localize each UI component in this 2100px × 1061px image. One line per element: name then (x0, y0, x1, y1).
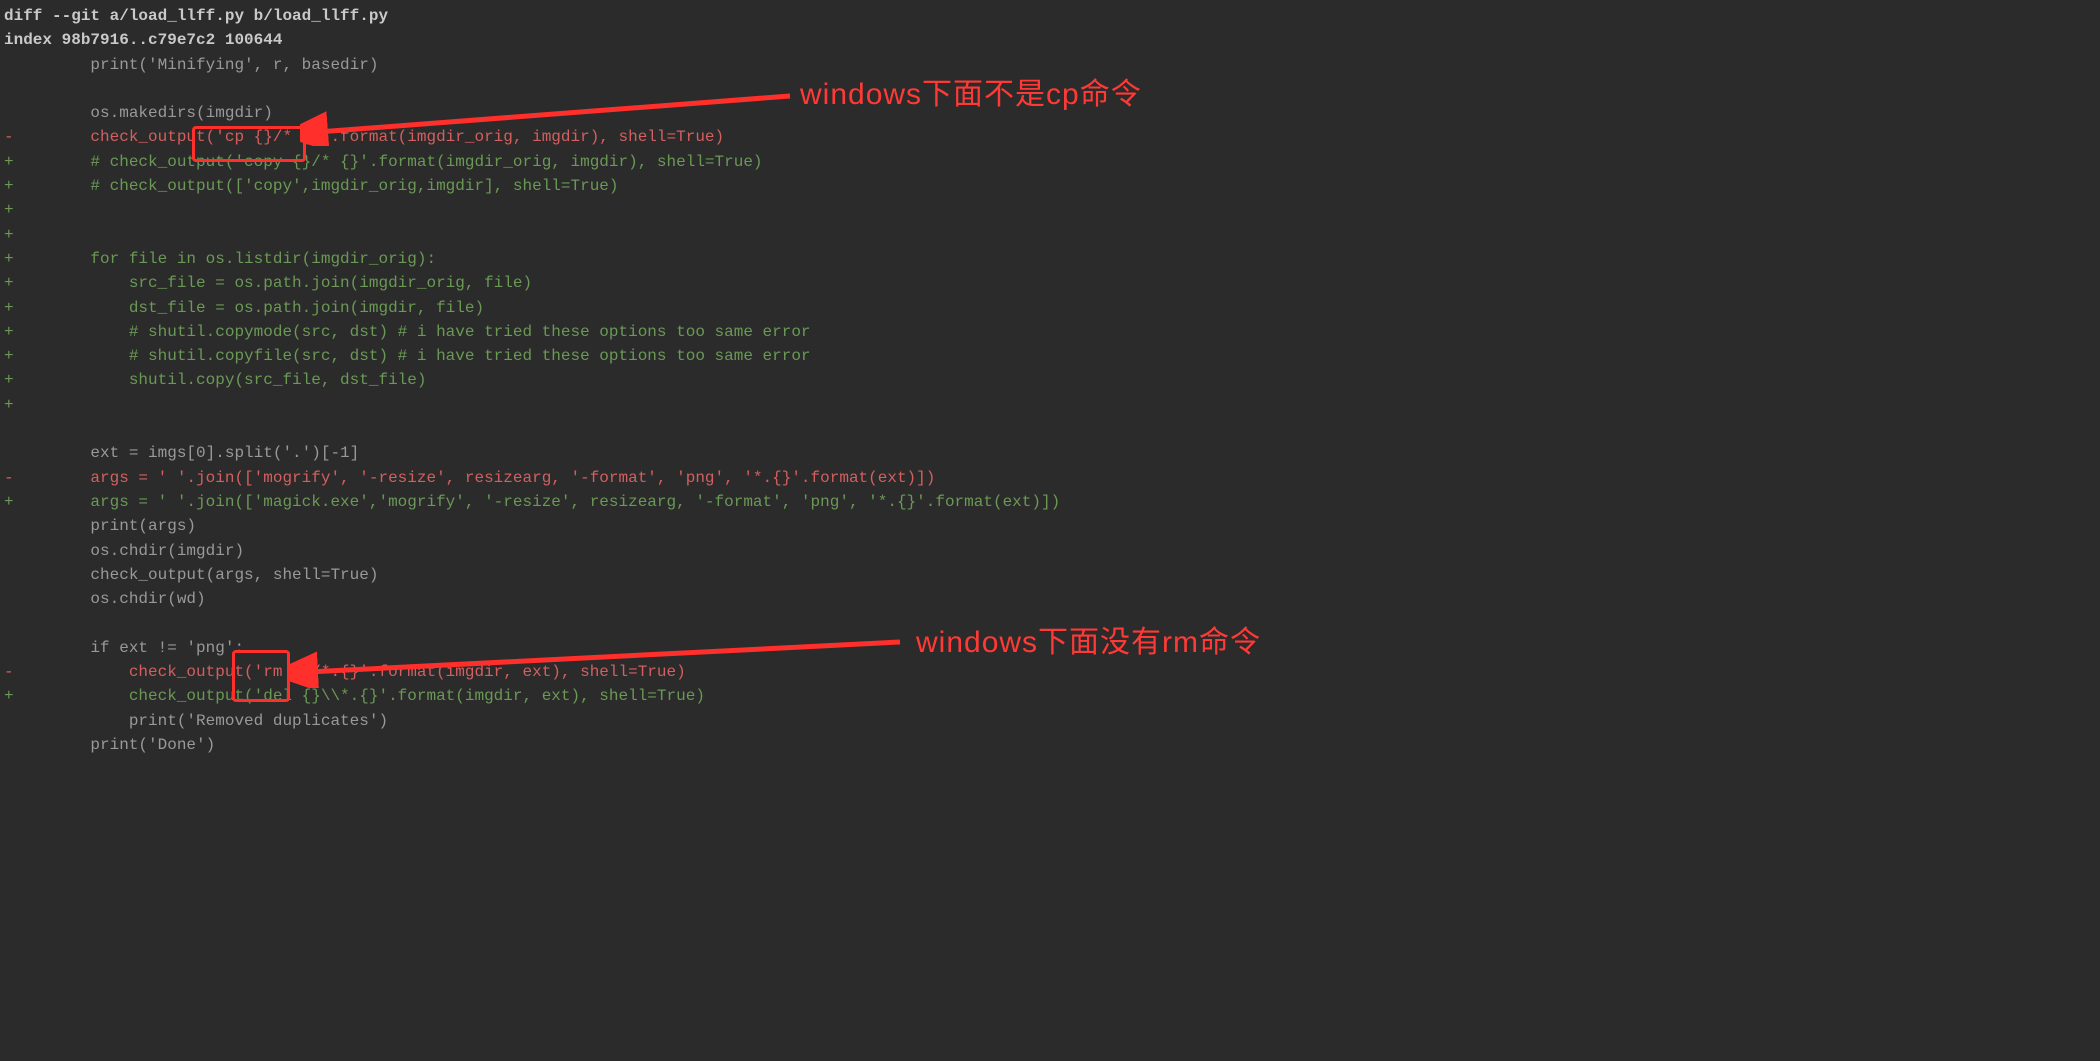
diff-line: os.chdir(imgdir) (0, 539, 1060, 563)
annotation-cp: windows下面不是cp命令 (800, 78, 1142, 112)
diff-line: + for file in os.listdir(imgdir_orig): (0, 247, 1060, 271)
diff-body: diff --git a/load_llff.py b/load_llff.py… (0, 0, 1060, 757)
diff-line: - args = ' '.join(['mogrify', '-resize',… (0, 466, 1060, 490)
diff-line: + # shutil.copymode(src, dst) # i have t… (0, 320, 1060, 344)
diff-line: check_output(args, shell=True) (0, 563, 1060, 587)
diff-line: print('Removed duplicates') (0, 709, 1060, 733)
diff-header-file: diff --git a/load_llff.py b/load_llff.py (0, 4, 1060, 28)
diff-line: os.chdir(wd) (0, 587, 1060, 611)
diff-canvas: diff --git a/load_llff.py b/load_llff.py… (0, 0, 2100, 1061)
diff-line: print('Minifying', r, basedir) (0, 53, 1060, 77)
diff-line: + shutil.copy(src_file, dst_file) (0, 368, 1060, 392)
diff-line: + (0, 393, 1060, 417)
diff-line: - check_output('cp {}/* {}'.format(imgdi… (0, 125, 1060, 149)
diff-line: + # check_output(['copy',imgdir_orig,img… (0, 174, 1060, 198)
diff-line: ext = imgs[0].split('.')[-1] (0, 441, 1060, 465)
diff-line (0, 611, 1060, 635)
diff-header-index: index 98b7916..c79e7c2 100644 (0, 28, 1060, 52)
diff-line: + # shutil.copyfile(src, dst) # i have t… (0, 344, 1060, 368)
diff-line: + (0, 198, 1060, 222)
annotation-rm: windows下面没有rm命令 (916, 626, 1261, 660)
diff-line: + src_file = os.path.join(imgdir_orig, f… (0, 271, 1060, 295)
diff-line: + args = ' '.join(['magick.exe','mogrify… (0, 490, 1060, 514)
diff-line (0, 417, 1060, 441)
diff-line: print('Done') (0, 733, 1060, 757)
diff-line: + (0, 223, 1060, 247)
diff-line: + # check_output('copy {}/* {}'.format(i… (0, 150, 1060, 174)
diff-line: if ext != 'png': (0, 636, 1060, 660)
diff-line: print(args) (0, 514, 1060, 538)
diff-line: + dst_file = os.path.join(imgdir, file) (0, 296, 1060, 320)
diff-line: - check_output('rm {}/*.{}'.format(imgdi… (0, 660, 1060, 684)
diff-line: + check_output('del {}\\*.{}'.format(img… (0, 684, 1060, 708)
